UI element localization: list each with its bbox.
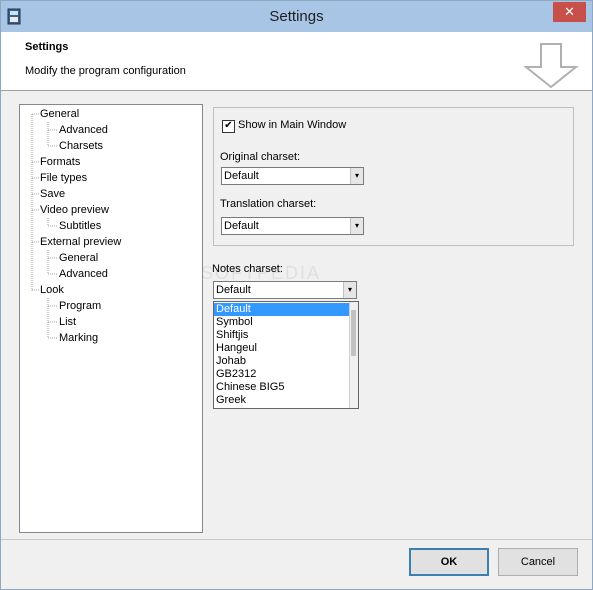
- dropdown-option[interactable]: GB2312: [214, 368, 350, 381]
- translation-charset-label: Translation charset:: [220, 198, 317, 210]
- tree-item-subtitles[interactable]: Subtitles: [59, 219, 101, 233]
- tree-item-save[interactable]: Save: [40, 187, 65, 201]
- notes-charset-select[interactable]: Default ▾: [213, 281, 357, 299]
- show-in-main-window-label: Show in Main Window: [238, 119, 347, 131]
- notes-charset-value: Default: [216, 284, 251, 296]
- page-header: Settings Modify the program configuratio…: [1, 32, 592, 91]
- page-subtitle: Modify the program configuration: [25, 65, 186, 77]
- cancel-button[interactable]: Cancel: [498, 548, 578, 576]
- ok-button[interactable]: OK: [409, 548, 489, 576]
- tree-item-video-preview[interactable]: Video preview: [40, 203, 109, 217]
- arrow-down-icon: [523, 43, 579, 89]
- dropdown-option[interactable]: Default: [214, 303, 350, 316]
- tree-item-marking[interactable]: Marking: [59, 331, 98, 345]
- dropdown-option[interactable]: Chinese BIG5: [214, 381, 350, 394]
- notes-charset-dropdown[interactable]: Default Symbol Shiftjis Hangeul Johab GB…: [213, 301, 359, 409]
- show-in-main-window-checkbox[interactable]: ✔: [222, 120, 235, 133]
- tree-item-look[interactable]: Look: [40, 283, 64, 297]
- page-title: Settings: [25, 41, 69, 53]
- translation-charset-select[interactable]: Default ▾: [221, 217, 364, 235]
- notes-charset-label: Notes charset:: [212, 263, 283, 275]
- tree-item-program[interactable]: Program: [59, 299, 101, 313]
- tree-item-charsets[interactable]: Charsets: [59, 139, 103, 153]
- tree-item-formats[interactable]: Formats: [40, 155, 80, 169]
- original-charset-select[interactable]: Default ▾: [221, 167, 364, 185]
- tree-item-file-types[interactable]: File types: [40, 171, 87, 185]
- original-charset-label: Original charset:: [220, 151, 301, 163]
- title-bar: Settings ✕: [1, 1, 592, 32]
- chevron-down-icon[interactable]: ▾: [350, 218, 363, 234]
- checkmark-icon: ✔: [224, 120, 233, 131]
- close-button[interactable]: ✕: [553, 2, 586, 22]
- dropdown-option[interactable]: Greek: [214, 394, 350, 407]
- tree-item-external-general[interactable]: General: [59, 251, 98, 265]
- settings-tree[interactable]: General Advanced Charsets Formats File t…: [19, 104, 203, 533]
- footer-divider: [1, 539, 592, 540]
- tree-item-advanced[interactable]: Advanced: [59, 123, 108, 137]
- tree-item-general[interactable]: General: [40, 107, 79, 121]
- tree-item-external-preview[interactable]: External preview: [40, 235, 121, 249]
- dropdown-option[interactable]: Johab: [214, 355, 350, 368]
- tree-lines: [31, 113, 57, 339]
- settings-window: Settings ✕ Settings Modify the program c…: [0, 0, 593, 590]
- chevron-down-icon[interactable]: ▾: [350, 168, 363, 184]
- dropdown-option[interactable]: Hangeul: [214, 342, 350, 355]
- original-charset-value: Default: [224, 170, 259, 182]
- dropdown-option[interactable]: Symbol: [214, 316, 350, 329]
- dropdown-option[interactable]: Shiftjis: [214, 329, 350, 342]
- chevron-down-icon[interactable]: ▾: [343, 282, 356, 298]
- tree-item-list[interactable]: List: [59, 315, 76, 329]
- window-title: Settings: [269, 8, 324, 25]
- scrollbar-thumb[interactable]: [351, 310, 356, 356]
- tree-item-external-advanced[interactable]: Advanced: [59, 267, 108, 281]
- dropdown-scrollbar[interactable]: [349, 302, 358, 408]
- close-icon: ✕: [564, 4, 575, 19]
- translation-charset-value: Default: [224, 220, 259, 232]
